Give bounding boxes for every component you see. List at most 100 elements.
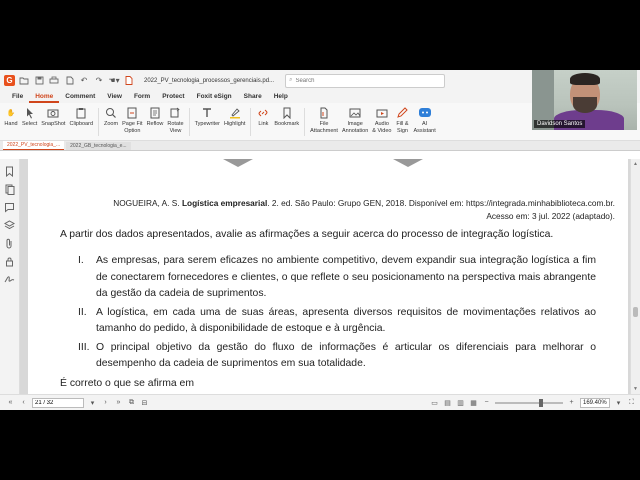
rotate-view-button[interactable]: Rotate View — [165, 106, 185, 140]
left-panel-bar — [0, 159, 20, 394]
single-page-view-icon[interactable]: ▭ — [430, 399, 439, 407]
redo-icon[interactable]: ↷ — [93, 75, 105, 87]
comments-panel-icon[interactable] — [4, 201, 16, 213]
document-view[interactable]: NOGUEIRA, A. S. Logística empresarial. 2… — [20, 159, 630, 394]
ref-author: NOGUEIRA, A. S. — [113, 198, 180, 208]
copy-page-icon[interactable]: ⧉ — [127, 399, 136, 407]
facing-view-icon[interactable]: ▥ — [456, 399, 465, 407]
hand-tool-dropdown-icon[interactable]: ☚▾ — [108, 75, 120, 87]
zoom-slider[interactable] — [495, 398, 563, 407]
typewriter-label: Typewriter — [194, 121, 220, 127]
continuous-view-icon[interactable]: ▤ — [443, 399, 452, 407]
security-panel-icon[interactable] — [4, 255, 16, 267]
ai-assistant-button[interactable]: AI Assistant — [411, 106, 437, 140]
undo-icon[interactable]: ↶ — [78, 75, 90, 87]
question-closing: É correto o que se afirma em — [60, 378, 194, 389]
ribbon-separator — [304, 108, 306, 136]
last-page-icon[interactable]: » — [114, 399, 123, 406]
status-bar: « ‹ ▾ › » ⧉ ⊟ ▭ ▤ ▥ ▦ − + 169.40% ▾ ⛶ — [0, 394, 640, 410]
fill-sign-button[interactable]: Fill & Sign — [393, 106, 411, 140]
bookmarks-panel-icon[interactable] — [4, 165, 16, 177]
link-button[interactable]: Link — [254, 106, 272, 140]
menu-protect[interactable]: Protect — [156, 91, 190, 103]
document-tab[interactable]: 2022_GB_tecnologia_e... — [66, 142, 131, 150]
clipboard-button[interactable]: Clipboard — [67, 106, 95, 140]
menu-help[interactable]: Help — [268, 91, 294, 103]
hand-label: Hand — [4, 121, 18, 127]
print-icon[interactable] — [48, 75, 60, 87]
highlighter-icon — [228, 106, 242, 120]
next-page-icon[interactable]: › — [101, 399, 110, 406]
open-folder-icon[interactable] — [18, 75, 30, 87]
page-dropdown-icon[interactable]: ▾ — [88, 399, 97, 407]
zoom-slider-thumb[interactable] — [539, 398, 544, 407]
scroll-up-icon[interactable]: ▲ — [633, 161, 638, 167]
bookmark-button[interactable]: Bookmark — [272, 106, 301, 140]
clipboard-icon — [74, 106, 88, 120]
save-icon[interactable] — [33, 75, 45, 87]
snapshot-label: SnapShot — [41, 121, 66, 127]
extract-page-icon[interactable]: ⊟ — [140, 399, 149, 407]
menu-view[interactable]: View — [101, 91, 128, 103]
reflow-button[interactable]: Reflow — [145, 106, 166, 140]
image-annotation-button[interactable]: Image Annotation — [340, 106, 370, 140]
zoom-in-icon[interactable]: + — [567, 399, 576, 406]
snapshot-button[interactable]: SnapShot — [39, 106, 67, 140]
attachments-panel-icon[interactable] — [4, 237, 16, 249]
audio-video-button[interactable]: Audio & Video — [370, 106, 393, 140]
search-input[interactable] — [295, 77, 436, 84]
fullscreen-icon[interactable]: ⛶ — [627, 399, 636, 407]
menu-home[interactable]: Home — [29, 91, 60, 103]
workspace: NOGUEIRA, A. S. Logística empresarial. 2… — [0, 159, 640, 394]
zoom-dropdown-icon[interactable]: ▾ — [614, 399, 623, 407]
new-document-icon[interactable] — [63, 75, 75, 87]
select-button[interactable]: Select — [20, 106, 39, 140]
document-tab[interactable]: 2022_PV_tecnologia_... — [3, 141, 65, 150]
page-number-input[interactable] — [32, 397, 84, 408]
image-icon — [348, 106, 362, 120]
highlight-button[interactable]: Highlight — [222, 106, 247, 140]
list-item: I. As empresas, para serem eficazes no a… — [78, 253, 596, 303]
typewriter-button[interactable]: Typewriter — [193, 106, 222, 140]
page-fit-option-button[interactable]: Page Fit Option — [120, 106, 144, 140]
menu-form[interactable]: Form — [128, 91, 156, 103]
first-page-icon[interactable]: « — [6, 399, 15, 406]
menu-comment[interactable]: Comment — [59, 91, 101, 103]
audio-video-label: Audio & Video — [372, 121, 392, 134]
link-icon — [256, 106, 270, 120]
cover-view-icon[interactable]: ▦ — [469, 399, 478, 407]
item-text: As empresas, para serem eficazes no ambi… — [96, 255, 596, 299]
scroll-down-icon[interactable]: ▼ — [633, 386, 638, 392]
signature-panel-icon[interactable] — [4, 273, 16, 285]
zoom-icon — [104, 106, 118, 120]
bookmark-label: Bookmark — [274, 121, 300, 127]
item-text: O principal objetivo da gestão do fluxo … — [96, 341, 596, 370]
layers-panel-icon[interactable] — [4, 219, 16, 231]
menu-foxit-esign[interactable]: Foxit eSign — [191, 91, 238, 103]
ai-assistant-label: AI Assistant — [413, 121, 436, 134]
document-title: 2022_PV_tecnologia_processos_gerenciais.… — [144, 77, 275, 84]
file-attachment-label: File Attachment — [310, 121, 338, 134]
zoom-button[interactable]: Zoom — [102, 106, 120, 140]
menu-share[interactable]: Share — [238, 91, 268, 103]
list-item: II. A logística, em cada uma de suas áre… — [78, 305, 596, 338]
search-box[interactable]: ⌕ — [285, 73, 446, 88]
bookmark-icon — [280, 106, 294, 120]
pages-panel-icon[interactable] — [4, 183, 16, 195]
zoom-level[interactable]: 169.40% — [580, 397, 610, 408]
scroll-thumb[interactable] — [633, 307, 638, 317]
previous-page-icon[interactable]: ‹ — [19, 399, 28, 406]
menu-file[interactable]: File — [6, 91, 29, 103]
foxit-logo-icon[interactable]: G — [4, 75, 15, 86]
file-attachment-button[interactable]: File Attachment — [308, 106, 340, 140]
ribbon-separator — [188, 108, 190, 136]
statements-list: I. As empresas, para serem eficazes no a… — [78, 253, 596, 375]
vertical-scrollbar[interactable]: ▲ ▼ — [630, 159, 640, 394]
pdf-file-icon — [123, 75, 135, 87]
zoom-out-icon[interactable]: − — [482, 399, 491, 406]
reference-citation: NOGUEIRA, A. S. Logística empresarial. 2… — [75, 197, 615, 222]
ribbon-separator — [250, 108, 252, 136]
hand-button[interactable]: ✋ Hand — [2, 106, 20, 140]
ai-assistant-icon — [418, 106, 432, 120]
ref-details: . 2. ed. São Paulo: Grupo GEN, 2018. Dis… — [267, 198, 615, 208]
